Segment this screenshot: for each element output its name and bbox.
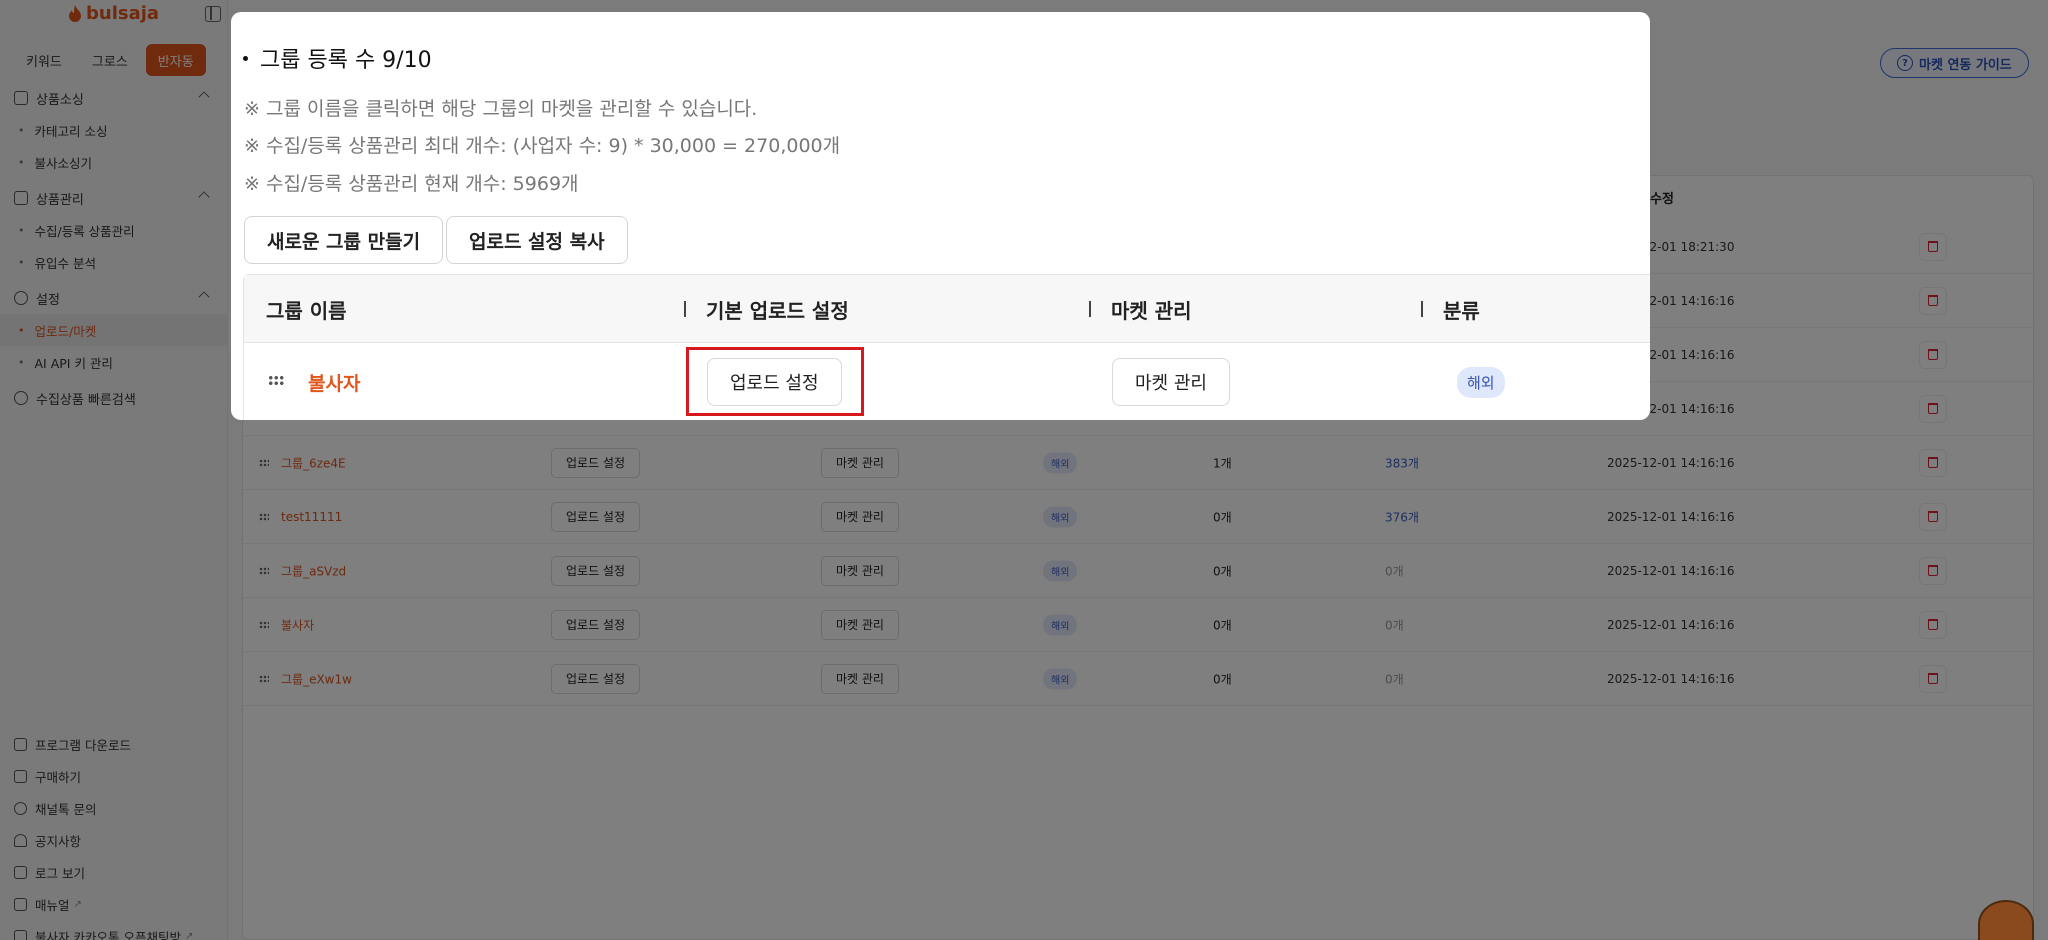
column-category: 분류 [1443, 299, 1480, 323]
group-count-text: 그룹 등록 수 9/10 [260, 48, 432, 73]
mascot-avatar[interactable] [1978, 900, 2034, 940]
modal-note: ※ 수집/등록 상품관리 현재 개수: 5969개 [244, 173, 579, 195]
modal-table-header: 그룹 이름 기본 업로드 설정 마켓 관리 분류 [244, 275, 1650, 343]
bullet-icon [243, 55, 248, 61]
modal-note: ※ 수집/등록 상품관리 최대 개수: (사업자 수: 9) * 30,000 … [244, 135, 841, 157]
column-group-name: 그룹 이름 [266, 299, 347, 323]
category-badge: 해외 [1457, 367, 1505, 398]
group-manage-modal: 그룹 등록 수 9/10 ※ 그룹 이름을 클릭하면 해당 그룹의 마켓을 관리… [231, 12, 1650, 420]
column-divider[interactable] [1421, 301, 1423, 317]
drag-handle-icon[interactable] [268, 375, 284, 386]
table-row: 불사자 업로드 설정 마켓 관리 해외 [244, 343, 1650, 420]
copy-upload-settings-button[interactable]: 업로드 설정 복사 [446, 216, 628, 264]
modal-title: 그룹 등록 수 9/10 [243, 42, 432, 74]
column-divider[interactable] [684, 301, 686, 317]
group-name-link[interactable]: 불사자 [308, 369, 360, 396]
column-upload-settings: 기본 업로드 설정 [706, 299, 849, 323]
modal-group-table: 그룹 이름 기본 업로드 설정 마켓 관리 분류 불사자 업로드 설정 마켓 관… [243, 274, 1650, 420]
column-market-manage: 마켓 관리 [1111, 299, 1192, 323]
highlight-box [686, 347, 864, 416]
market-manage-button[interactable]: 마켓 관리 [1112, 358, 1230, 406]
new-group-button[interactable]: 새로운 그룹 만들기 [244, 216, 444, 264]
column-divider[interactable] [1089, 301, 1091, 317]
modal-note: ※ 그룹 이름을 클릭하면 해당 그룹의 마켓을 관리할 수 있습니다. [244, 98, 758, 120]
